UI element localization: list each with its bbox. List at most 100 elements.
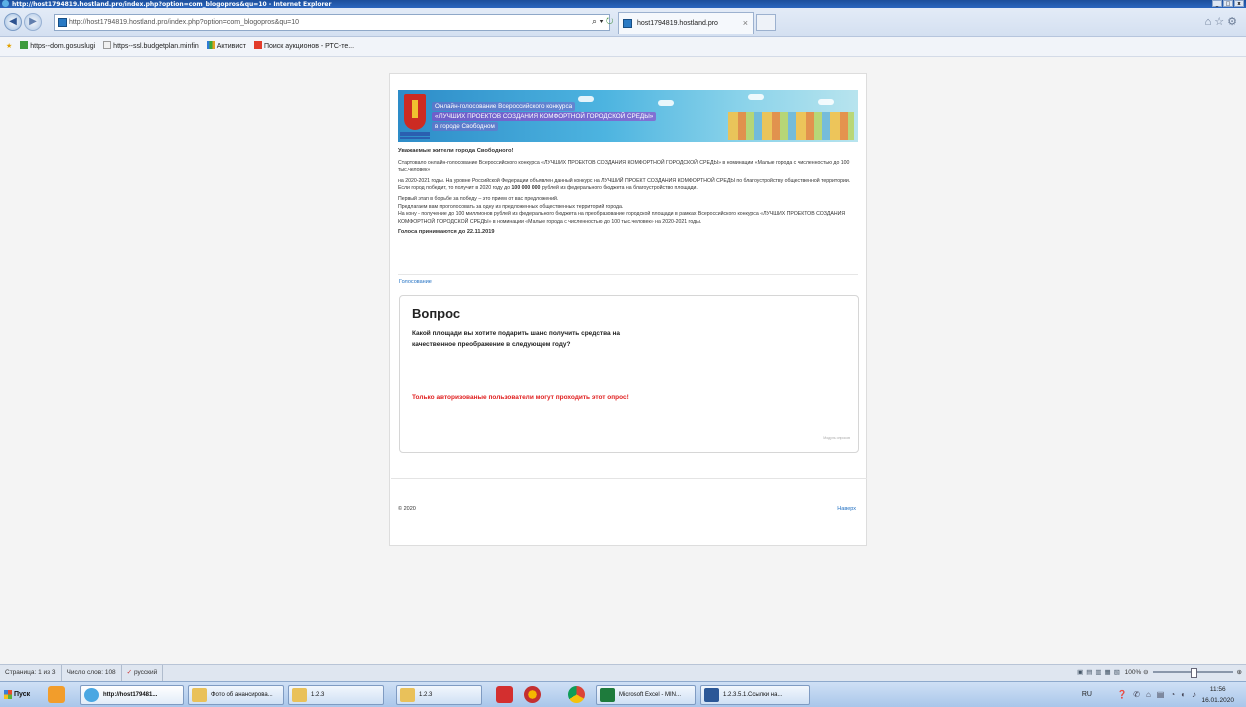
excel-icon <box>600 688 615 702</box>
paragraph: на 2020-2021 годы. На уровне Российской … <box>398 177 851 192</box>
folder-icon <box>400 688 415 702</box>
divider <box>398 274 858 275</box>
taskbar-item-word[interactable]: 1.2.3.5.1.Ссылки на... <box>700 685 810 705</box>
maximize-button[interactable]: □ <box>1223 0 1233 7</box>
folder-icon <box>192 688 207 702</box>
word-status-bar: Страница: 1 из 3 Число слов: 108 ✓ русский… <box>0 664 1246 681</box>
internet-explorer-icon <box>84 688 99 702</box>
tray-icons[interactable]: ❓✆⌂▤◔◐♪ <box>1117 689 1202 700</box>
paragraph: Первый этап в борьбе за победу – это при… <box>398 195 846 225</box>
article-content: Уважаемые жители города Свободного! Стар… <box>398 148 860 240</box>
address-bar[interactable]: http://host1794819.hostland.pro/index.ph… <box>54 14 610 31</box>
taskbar-item-folder[interactable]: 1.2.3 <box>288 685 384 705</box>
app-icon[interactable] <box>524 686 541 703</box>
view-controls: ▣▤▥▦▧ 100% ⊖ ⊕ <box>1077 665 1242 681</box>
search-icon[interactable]: ⌕ <box>592 16 597 26</box>
minimize-button[interactable]: _ <box>1212 0 1222 7</box>
zoom-level[interactable]: 100% <box>1125 669 1142 676</box>
poll-module-label: Модуль опросов <box>823 436 850 440</box>
folder-icon <box>292 688 307 702</box>
address-text: http://host1794819.hostland.pro/index.ph… <box>69 19 300 26</box>
spellcheck-language[interactable]: ✓ русский <box>122 665 164 681</box>
taskbar-item-excel[interactable]: Microsoft Excel - MIN... <box>596 685 696 705</box>
paragraph: Стартовало онлайн-голосование Всероссийс… <box>398 159 850 174</box>
windows-logo-icon <box>4 690 12 699</box>
back-to-top-link[interactable]: Наверх <box>837 506 856 512</box>
word-icon <box>704 688 719 702</box>
vote-link[interactable]: Голосование <box>399 279 432 285</box>
page-viewport: Онлайн-голосование Всероссийского конкур… <box>0 57 1246 664</box>
deadline-text: Голоса принимаются до 22.11.2019 <box>398 229 495 236</box>
browser-navbar: ◀ ▶ http://host1794819.hostland.pro/inde… <box>0 8 1246 37</box>
clock[interactable]: 11:56 16.01.2020 <box>1201 684 1234 706</box>
cloud-decoration <box>578 96 594 102</box>
cloud-decoration <box>658 100 674 106</box>
close-button[interactable]: x <box>1234 0 1244 7</box>
window-title: http://host1794819.hostland.pro/index.ph… <box>12 1 332 8</box>
favorite-link[interactable]: https--dom.gosuslugi <box>20 37 95 57</box>
banner-line-1: Онлайн-голосование Всероссийского конкур… <box>432 102 576 111</box>
clock-date: 16.01.2020 <box>1201 697 1234 704</box>
zoom-slider[interactable] <box>1152 668 1233 679</box>
browser-tab[interactable]: host1794819.hostland.pro × <box>618 12 754 34</box>
toolbar-icons: ⌂☆⚙ <box>1205 15 1240 28</box>
start-button[interactable]: Пуск <box>4 687 38 703</box>
taskbar-item-ie[interactable]: http://host179481... <box>80 685 184 705</box>
tab-title: host1794819.hostland.pro <box>637 20 718 27</box>
favorites-bar: ★ https--dom.gosuslugi https--ssl.budget… <box>0 37 1246 57</box>
poll-question: Какой площади вы хотите подарить шанс по… <box>412 330 620 348</box>
view-layout-icons[interactable]: ▣▤▥▦▧ <box>1077 669 1123 676</box>
site-favicon-icon <box>58 18 67 27</box>
footer-divider <box>391 478 867 479</box>
back-button[interactable]: ◀ <box>4 13 22 31</box>
favorite-link[interactable]: https--ssl.budgetplan.minfin <box>103 37 199 57</box>
refresh-icon[interactable]: ↻ <box>606 16 614 26</box>
window-controls: _ □ x <box>1212 0 1244 7</box>
page-icon <box>103 41 112 49</box>
internet-explorer-icon <box>2 0 9 7</box>
tab-close-icon[interactable]: × <box>743 13 748 34</box>
favorites-star-icon[interactable]: ★ <box>6 37 12 57</box>
banner-line-2: «ЛУЧШИХ ПРОЕКТОВ СОЗДАНИЯ КОМФОРТНОЙ ГОР… <box>432 112 657 121</box>
input-language[interactable]: RU <box>1082 689 1092 700</box>
chrome-icon[interactable] <box>568 686 585 703</box>
tab-favicon-icon <box>623 19 632 28</box>
dropdown-icon[interactable]: ▾ <box>600 16 604 26</box>
emblem-wave <box>400 137 430 139</box>
clock-time: 11:56 <box>1209 686 1226 693</box>
windows-taskbar: Пуск http://host179481... Фото об ананси… <box>0 681 1246 707</box>
city-skyline-illustration <box>728 112 854 140</box>
poll-box: Вопрос Какой площади вы хотите подарить … <box>399 295 859 453</box>
word-count[interactable]: Число слов: 108 <box>62 665 122 681</box>
green-icon <box>20 41 29 49</box>
forward-button[interactable]: ▶ <box>24 13 42 31</box>
greeting: Уважаемые жители города Свободного! <box>398 148 514 154</box>
header-banner: Онлайн-голосование Всероссийского конкур… <box>398 90 858 142</box>
cloud-decoration <box>748 94 764 100</box>
rts-icon <box>253 41 262 49</box>
pdf-reader-icon[interactable] <box>496 686 513 703</box>
favorite-link[interactable]: Поиск аукционов - РТС-те... <box>253 37 354 57</box>
spellcheck-icon: ✓ <box>126 669 133 676</box>
taskbar-item-folder[interactable]: 1.2.3 <box>396 685 482 705</box>
address-tools: ⌕ ▾ ↻ <box>592 16 613 27</box>
copyright: © 2020 <box>398 506 416 512</box>
zoom-out-icon[interactable]: ⊖ <box>1143 669 1148 676</box>
poll-heading: Вопрос <box>412 306 461 321</box>
favorite-link[interactable]: Активист <box>206 37 246 57</box>
window-titlebar: http://host1794819.hostland.pro/index.ph… <box>0 0 1246 8</box>
poll-auth-error: Только авторизованые пользователи могут … <box>412 394 629 401</box>
page-card: Онлайн-голосование Всероссийского конкур… <box>389 73 867 546</box>
favorites-star-icon[interactable]: ☆ <box>1214 16 1227 28</box>
media-player-icon[interactable] <box>48 686 65 703</box>
gear-icon[interactable]: ⚙ <box>1227 16 1240 28</box>
home-icon[interactable]: ⌂ <box>1205 16 1215 28</box>
taskbar-item-folder[interactable]: Фото об анансирова... <box>188 685 284 705</box>
page-count[interactable]: Страница: 1 из 3 <box>0 665 62 681</box>
zoom-in-icon[interactable]: ⊕ <box>1237 669 1242 676</box>
city-emblem-icon <box>404 94 426 130</box>
new-tab-button[interactable] <box>756 14 776 31</box>
cloud-decoration <box>818 99 834 105</box>
emblem-wave <box>400 132 430 136</box>
banner-line-3: в городе Свободном <box>432 122 498 131</box>
